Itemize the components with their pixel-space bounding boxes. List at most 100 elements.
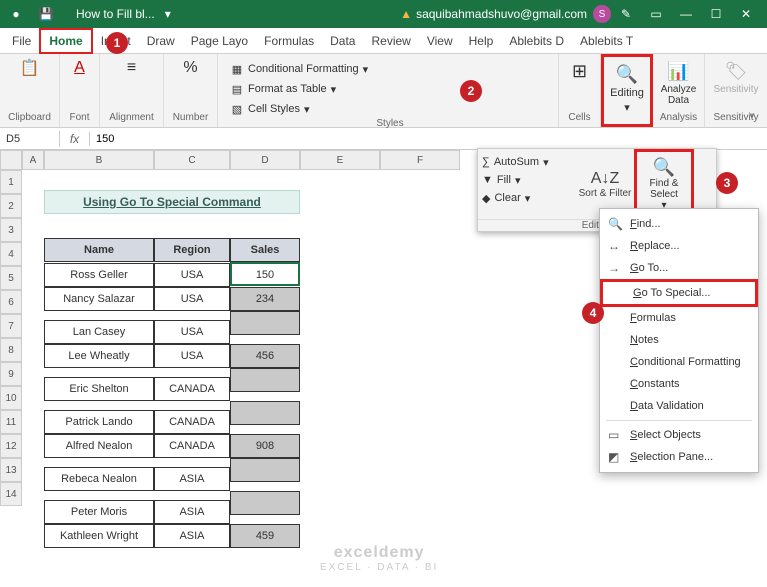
table-header[interactable]: Name (44, 238, 154, 262)
menu-file[interactable]: File (4, 30, 39, 52)
dropdown-item-select-objects[interactable]: ▭Select Objects (600, 424, 758, 446)
table-cell-sales[interactable] (230, 311, 300, 335)
table-cell-region[interactable]: USA (154, 287, 230, 311)
dropdown-item-go-to-special-[interactable]: Go To Special... (600, 279, 758, 307)
row-header[interactable]: 3 (0, 218, 22, 242)
alignment-button[interactable]: ≡ (118, 56, 146, 80)
table-cell-name[interactable]: Nancy Salazar (44, 287, 154, 311)
row-header[interactable]: 13 (0, 458, 22, 482)
user-email[interactable]: saquibahmadshuvo@gmail.com (416, 7, 587, 21)
col-header[interactable]: D (230, 150, 300, 170)
menu-help[interactable]: Help (461, 30, 502, 52)
table-cell-region[interactable]: USA (154, 263, 230, 287)
clipboard-button[interactable]: 📋 (16, 56, 44, 80)
analyze-data-button[interactable]: 📊Analyze Data (655, 56, 703, 110)
editing-button[interactable]: 🔍Editing▾ (603, 59, 651, 118)
row-header[interactable]: 12 (0, 434, 22, 458)
row-header[interactable]: 9 (0, 362, 22, 386)
table-header[interactable]: Sales (230, 238, 300, 262)
menu-formulas[interactable]: Formulas (256, 30, 322, 52)
menu-view[interactable]: View (419, 30, 461, 52)
row-header[interactable]: 2 (0, 194, 22, 218)
doc-dropdown-icon[interactable]: ▾ (165, 7, 171, 21)
table-cell-sales[interactable]: 908 (230, 434, 300, 458)
menu-data[interactable]: Data (322, 30, 363, 52)
table-cell-name[interactable]: Lan Casey (44, 320, 154, 344)
row-header[interactable]: 14 (0, 482, 22, 506)
cell-styles-button[interactable]: ▧Cell Styles ▾ (230, 100, 368, 118)
dropdown-item-selection-pane-[interactable]: ◩Selection Pane... (600, 446, 758, 468)
close-icon[interactable]: ✕ (731, 7, 761, 21)
table-cell-region[interactable]: CANADA (154, 434, 230, 458)
number-button[interactable]: % (177, 56, 205, 80)
table-cell-region[interactable]: ASIA (154, 467, 230, 491)
dropdown-item-constants[interactable]: Constants (600, 373, 758, 395)
dropdown-item-go-to-[interactable]: →Go To... (600, 257, 758, 279)
clear-button[interactable]: ◆Clear ▾ (482, 189, 572, 207)
row-header[interactable]: 11 (0, 410, 22, 434)
col-header[interactable]: C (154, 150, 230, 170)
cells-button[interactable]: ⊞ (556, 56, 604, 86)
table-cell-name[interactable]: Alfred Nealon (44, 434, 154, 458)
name-box[interactable]: D5 (0, 131, 60, 147)
table-cell-sales[interactable]: 459 (230, 524, 300, 548)
table-cell-region[interactable]: ASIA (154, 524, 230, 548)
menu-home[interactable]: Home (39, 28, 92, 54)
table-cell-sales[interactable] (230, 491, 300, 515)
table-cell-name[interactable]: Peter Moris (44, 500, 154, 524)
table-cell-name[interactable]: Rebeca Nealon (44, 467, 154, 491)
table-cell-sales[interactable]: 234 (230, 287, 300, 311)
fx-icon[interactable]: fx (60, 132, 90, 146)
table-cell-region[interactable]: USA (154, 344, 230, 368)
table-cell-sales[interactable]: 150 (230, 262, 300, 286)
menu-review[interactable]: Review (363, 30, 418, 52)
col-header[interactable]: B (44, 150, 154, 170)
fill-button[interactable]: ▼Fill ▾ (482, 171, 572, 189)
save-icon[interactable]: 💾 (36, 7, 56, 21)
dropdown-item-data-validation[interactable]: Data Validation (600, 395, 758, 417)
table-cell-region[interactable]: ASIA (154, 500, 230, 524)
minimize-icon[interactable]: — (671, 7, 701, 21)
dropdown-item-formulas[interactable]: Formulas (600, 307, 758, 329)
row-header[interactable]: 5 (0, 266, 22, 290)
table-cell-sales[interactable]: 456 (230, 344, 300, 368)
dropdown-item-conditional-formatting[interactable]: Conditional Formatting (600, 351, 758, 373)
menu-draw[interactable]: Draw (139, 30, 183, 52)
table-cell-sales[interactable] (230, 401, 300, 425)
row-header[interactable]: 6 (0, 290, 22, 314)
dropdown-item-find-[interactable]: 🔍Find... (600, 213, 758, 235)
font-button[interactable]: A (66, 56, 94, 80)
row-header[interactable]: 1 (0, 170, 22, 194)
row-header[interactable]: 7 (0, 314, 22, 338)
maximize-icon[interactable]: ☐ (701, 7, 731, 21)
avatar[interactable]: S (593, 5, 611, 23)
format-table-button[interactable]: ▤Format as Table ▾ (230, 80, 368, 98)
brush-icon[interactable]: ✎ (611, 7, 641, 21)
menu-ablebits-d[interactable]: Ablebits D (501, 30, 572, 52)
table-header[interactable]: Region (154, 238, 230, 262)
menu-ablebits-t[interactable]: Ablebits T (572, 30, 641, 52)
col-header[interactable]: A (22, 150, 44, 170)
ribbon-mode-icon[interactable]: ▭ (641, 7, 671, 21)
col-header[interactable]: F (380, 150, 460, 170)
row-header[interactable]: 4 (0, 242, 22, 266)
table-cell-sales[interactable] (230, 458, 300, 482)
table-cell-name[interactable]: Patrick Lando (44, 410, 154, 434)
autosum-button[interactable]: ∑AutoSum ▾ (482, 153, 572, 171)
collapse-ribbon-icon[interactable]: ˅ (749, 111, 763, 125)
row-header[interactable]: 8 (0, 338, 22, 362)
table-cell-sales[interactable] (230, 368, 300, 392)
formula-input[interactable] (90, 131, 767, 147)
dropdown-item-notes[interactable]: Notes (600, 329, 758, 351)
table-cell-region[interactable]: USA (154, 320, 230, 344)
conditional-formatting-button[interactable]: ▦Conditional Formatting ▾ (230, 60, 368, 78)
table-cell-region[interactable]: CANADA (154, 377, 230, 401)
table-cell-region[interactable]: CANADA (154, 410, 230, 434)
table-cell-name[interactable]: Eric Shelton (44, 377, 154, 401)
table-cell-name[interactable]: Kathleen Wright (44, 524, 154, 548)
menu-page-layo[interactable]: Page Layo (183, 30, 256, 52)
table-cell-name[interactable]: Ross Geller (44, 263, 154, 287)
col-header[interactable]: E (300, 150, 380, 170)
table-cell-name[interactable]: Lee Wheatly (44, 344, 154, 368)
dropdown-item-replace-[interactable]: ↔Replace... (600, 235, 758, 257)
